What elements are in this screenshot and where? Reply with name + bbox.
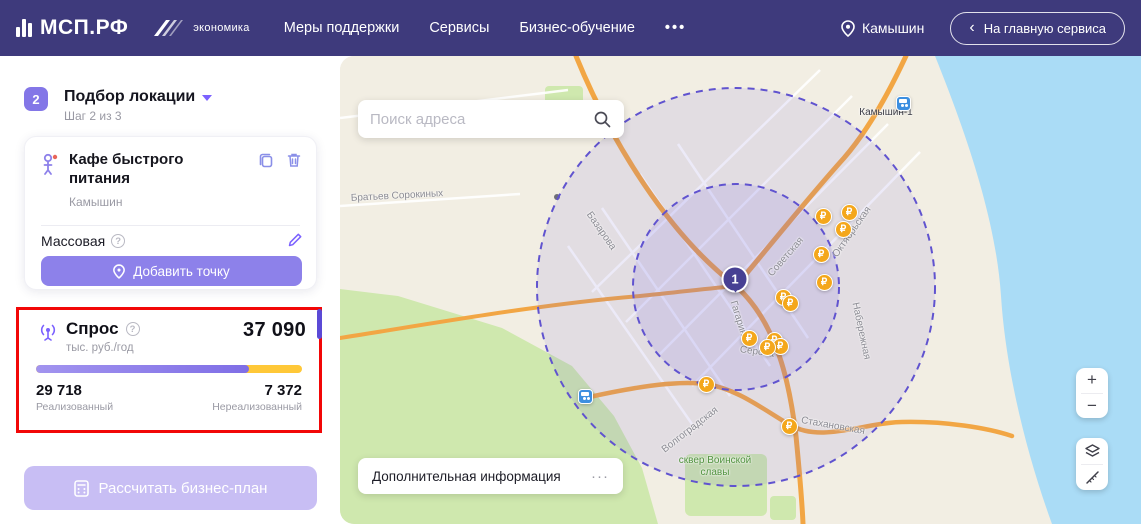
app: МСП.РФ экономика Меры поддержки Сервисы … [0, 0, 1141, 524]
nav-more-button[interactable]: ••• [665, 20, 686, 36]
zoom-out-button[interactable]: − [1076, 394, 1108, 419]
ruble-marker[interactable]: ₽ [841, 204, 858, 221]
demand-realized: 29 718 Реализованный [36, 382, 113, 413]
header-right: Камышин ‹ На главную сервиса [841, 12, 1125, 45]
demand-progress-track [36, 365, 302, 373]
nav-services[interactable]: Сервисы [429, 20, 489, 36]
calculate-button-label: Рассчитать бизнес-план [99, 480, 268, 497]
map-center-marker[interactable]: 1 [722, 266, 749, 293]
sidebar: 2 Подбор локации Шаг 2 из 3 Кафе быстрог… [0, 56, 340, 524]
ruler-button[interactable] [1076, 465, 1108, 491]
map-canvas[interactable]: Братьев СорокиныхБазароваСоветскаяОктябр… [340, 56, 1141, 524]
demand-head: Спрос ? тыс. руб./год 37 090 [32, 319, 306, 354]
demand-icon [38, 322, 58, 342]
layers-icon [1085, 444, 1100, 458]
address-search [358, 100, 624, 138]
help-icon[interactable]: ? [111, 234, 125, 248]
ruble-marker[interactable]: ₽ [781, 418, 798, 435]
ruble-marker[interactable]: ₽ [835, 221, 852, 238]
segment-label: Массовая [41, 233, 105, 249]
transport-icon[interactable] [896, 96, 911, 111]
copy-button[interactable] [256, 151, 276, 171]
demand-title: Спрос [66, 319, 119, 339]
ruble-marker[interactable]: ₽ [813, 246, 830, 263]
city-name: Камышин [862, 20, 924, 36]
business-point-icon [40, 152, 62, 176]
unrealized-value: 7 372 [212, 382, 302, 399]
trash-icon [285, 151, 303, 169]
ministry-logo: экономика [152, 18, 249, 38]
realized-label: Реализованный [36, 401, 113, 413]
demand-values: 29 718 Реализованный 7 372 Нереализованн… [36, 382, 302, 413]
business-title: Кафе быстрого питания [69, 150, 234, 188]
header: МСП.РФ экономика Меры поддержки Сервисы … [0, 0, 1141, 56]
calculate-business-plan-button[interactable]: Рассчитать бизнес-план [24, 466, 317, 510]
ruble-marker[interactable]: ₽ [782, 295, 799, 312]
chevron-down-icon[interactable] [202, 95, 212, 101]
map-tools [1076, 438, 1108, 490]
msp-logo[interactable]: МСП.РФ [16, 16, 128, 40]
back-button-label: На главную сервиса [984, 21, 1106, 36]
business-city: Камышин [69, 195, 123, 209]
demand-unrealized: 7 372 Нереализованный [212, 382, 302, 413]
sidebar-scrollbar-thumb[interactable] [317, 309, 322, 339]
ministry-logo-text: экономика [193, 22, 249, 34]
msp-logo-text: МСП.РФ [40, 16, 128, 40]
add-point-label: Добавить точку [133, 264, 230, 279]
add-point-button[interactable]: Добавить точку [41, 256, 302, 286]
back-to-main-button[interactable]: ‹ На главную сервиса [950, 12, 1125, 45]
msp-logo-icon [16, 19, 32, 37]
ruble-marker[interactable]: ₽ [759, 339, 776, 356]
pencil-icon [287, 232, 303, 248]
demand-panel-highlighted: Спрос ? тыс. руб./год 37 090 29 718 Реал… [16, 307, 322, 433]
main-nav: Меры поддержки Сервисы Бизнес-обучение •… [284, 20, 686, 36]
transport-icon[interactable] [578, 389, 593, 404]
ruble-marker[interactable]: ₽ [698, 376, 715, 393]
ministry-flag-icon [152, 18, 186, 38]
demand-progress-fill [36, 365, 249, 373]
demand-title-block: Спрос ? тыс. руб./год [66, 319, 140, 354]
ruble-marker[interactable]: ₽ [741, 330, 758, 347]
zoom-controls: + − [1076, 368, 1108, 418]
search-input[interactable] [370, 111, 593, 128]
additional-info-bar[interactable]: Дополнительная информация ··· [358, 458, 623, 494]
additional-info-label: Дополнительная информация [372, 469, 561, 484]
step-badge: 2 [24, 87, 48, 111]
ruble-marker[interactable]: ₽ [815, 208, 832, 225]
location-pin-icon [841, 20, 855, 37]
nav-business-education[interactable]: Бизнес-обучение [519, 20, 635, 36]
step-subtitle: Шаг 2 из 3 [64, 109, 122, 123]
demand-total-value: 37 090 [243, 319, 306, 342]
delete-button[interactable] [284, 151, 304, 171]
ruble-marker[interactable]: ₽ [816, 274, 833, 291]
calculator-icon [74, 480, 89, 497]
demand-help-icon[interactable]: ? [126, 322, 140, 336]
city-selector[interactable]: Камышин [841, 20, 924, 37]
chevron-left-icon: ‹ [969, 20, 974, 36]
demand-units: тыс. руб./год [66, 342, 140, 354]
card-divider [41, 225, 300, 226]
zoom-in-button[interactable]: + [1076, 368, 1108, 393]
layers-button[interactable] [1076, 438, 1108, 464]
ruler-icon [1085, 470, 1100, 485]
search-icon[interactable] [593, 110, 612, 129]
realized-value: 29 718 [36, 382, 113, 399]
unrealized-label: Нереализованный [212, 401, 302, 413]
segment-row: Массовая ? [41, 233, 125, 249]
add-point-pin-icon [113, 264, 125, 279]
copy-icon [257, 151, 275, 169]
more-options-icon[interactable]: ··· [591, 468, 609, 485]
nav-support-measures[interactable]: Меры поддержки [284, 20, 400, 36]
step-title-text: Подбор локации [64, 88, 195, 106]
business-card: Кафе быстрого питания Камышин Массовая ? [24, 136, 317, 290]
step-title: Подбор локации [64, 88, 212, 106]
edit-button[interactable] [287, 232, 303, 251]
